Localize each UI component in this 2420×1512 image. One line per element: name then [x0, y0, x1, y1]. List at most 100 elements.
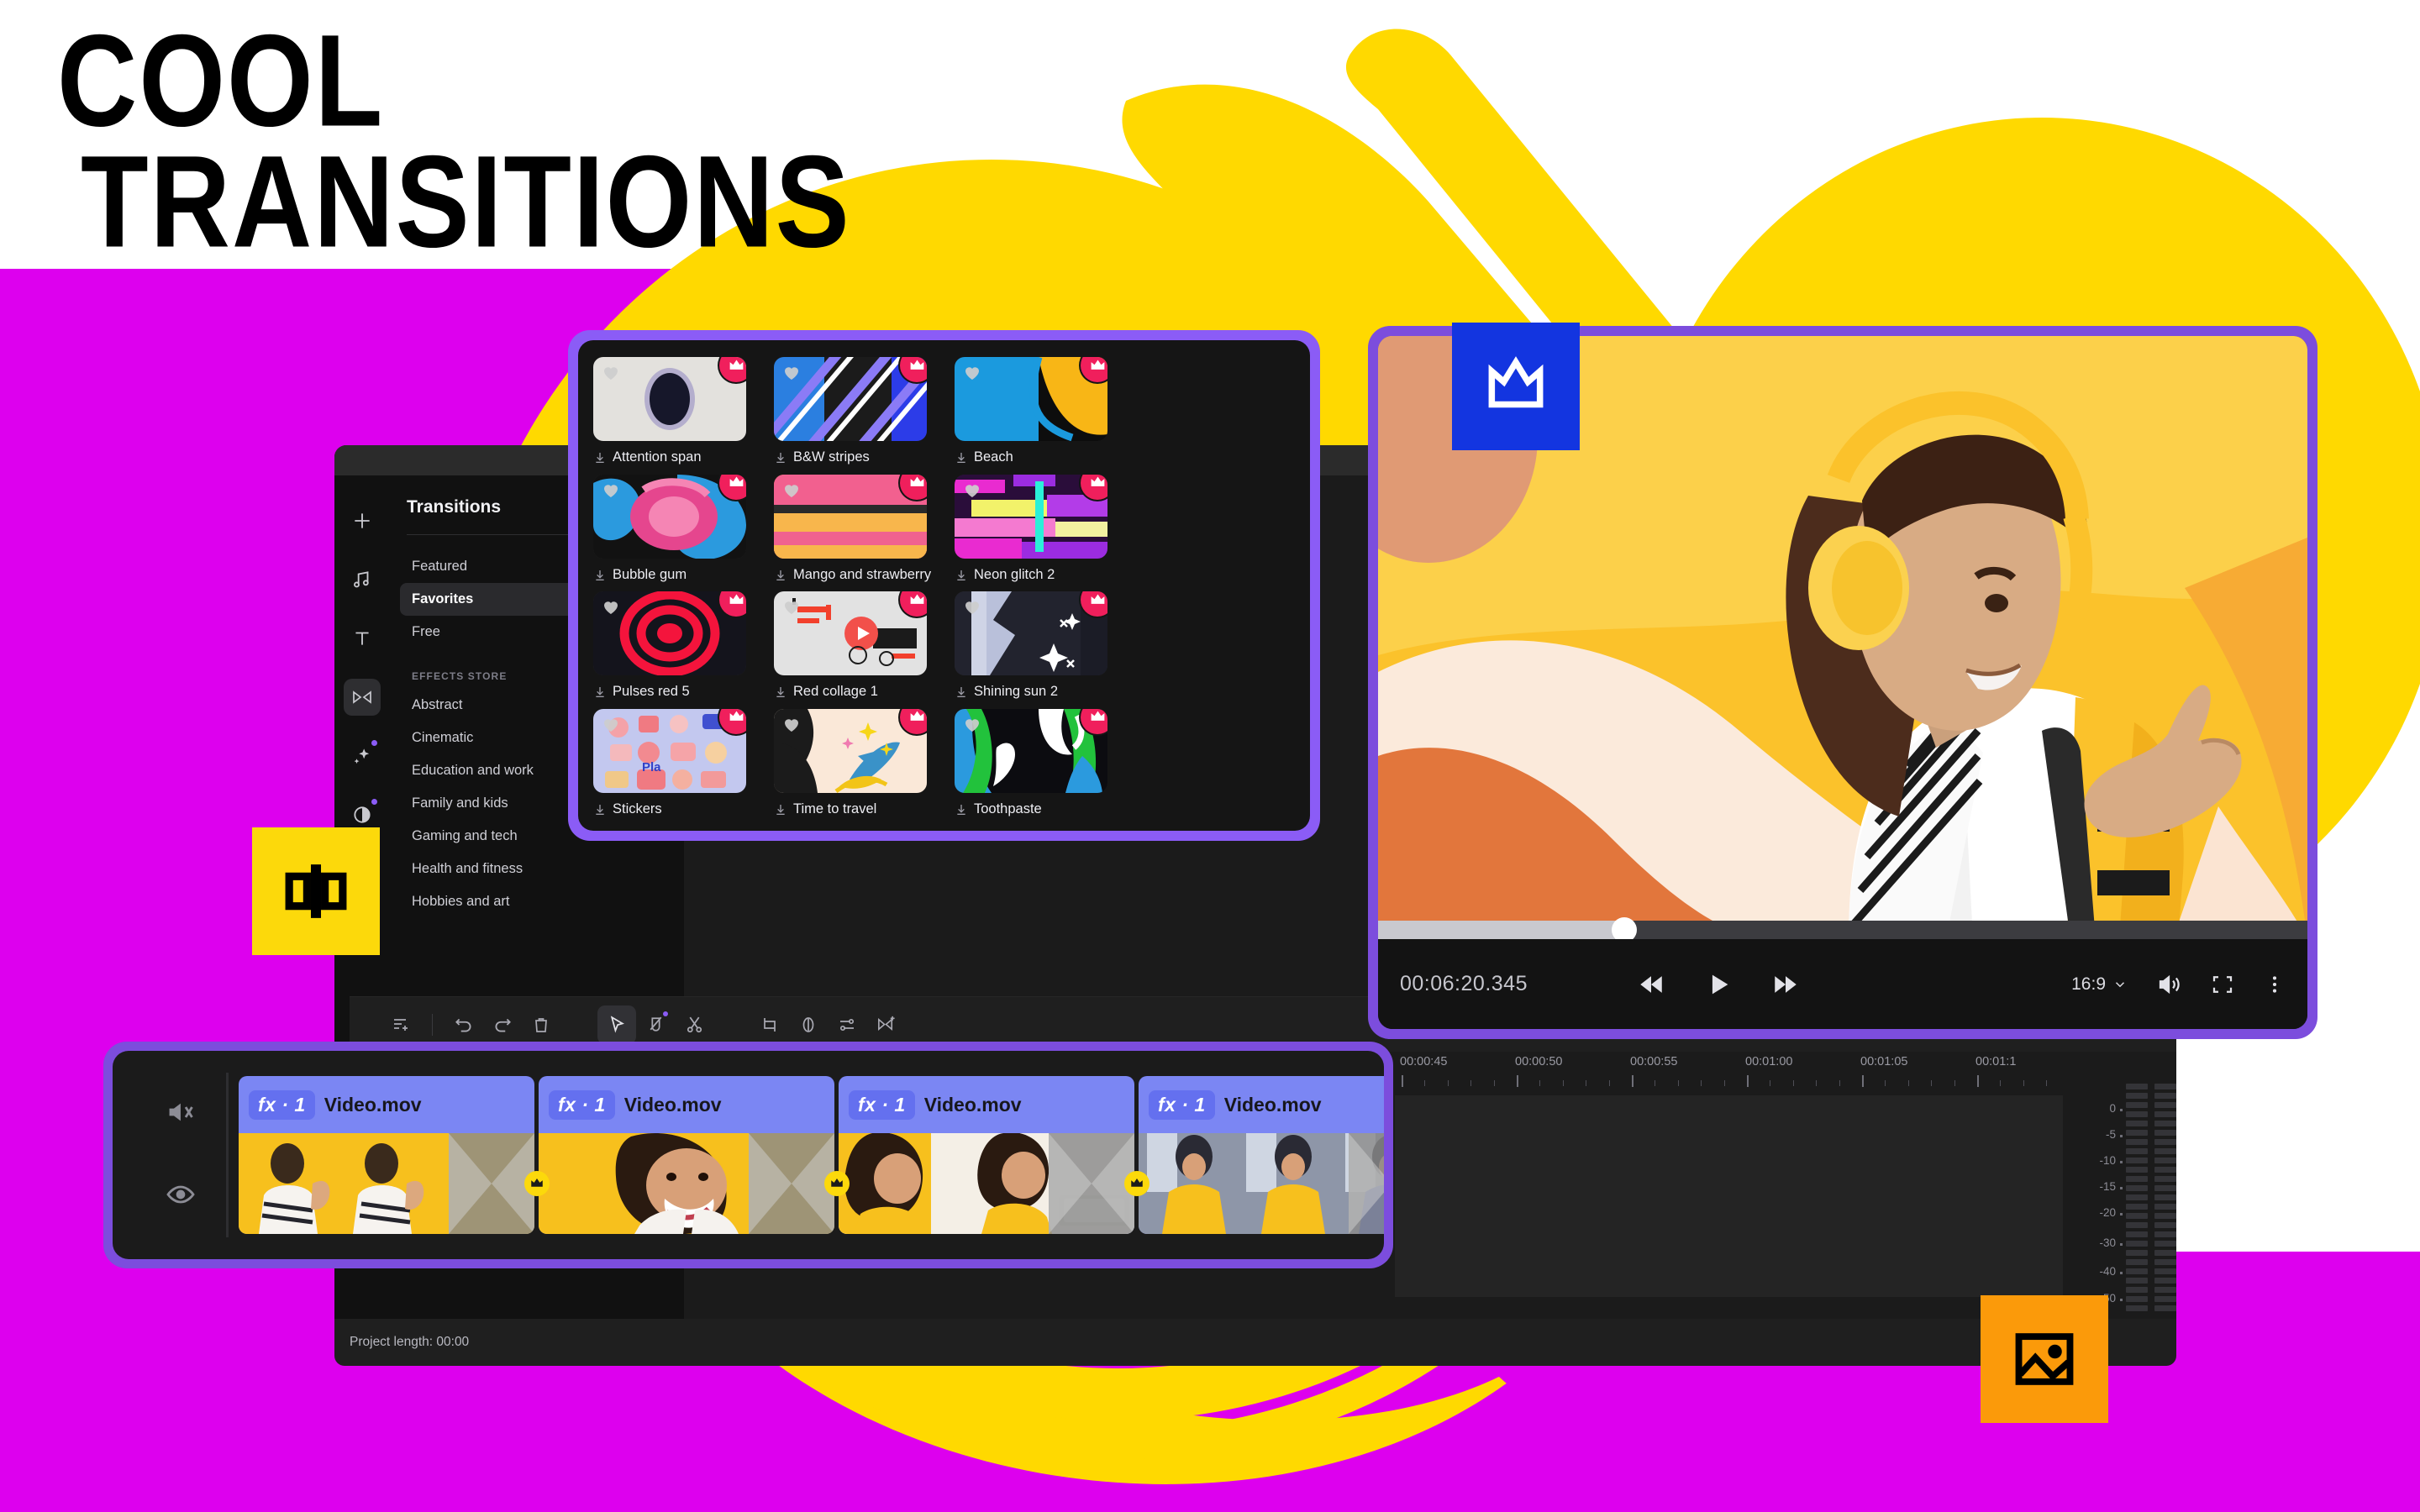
transition-thumbnail[interactable] — [955, 357, 1107, 441]
transition-card[interactable]: Time to travel — [774, 708, 946, 822]
transition-thumbnail[interactable] — [955, 708, 1107, 793]
meter-scale-dot — [2120, 1299, 2123, 1301]
rewind-button[interactable] — [1637, 970, 1665, 999]
undo-button[interactable] — [445, 1005, 483, 1044]
timeline-track-area[interactable] — [1395, 1095, 2063, 1297]
transition-card[interactable]: Beach — [955, 357, 1127, 470]
scrubber-track[interactable] — [1378, 917, 2307, 939]
transition-card[interactable]: Shining sun 2 — [955, 591, 1127, 704]
favorite-heart-icon[interactable] — [781, 597, 802, 622]
download-icon[interactable] — [774, 685, 787, 704]
download-icon[interactable] — [774, 803, 787, 822]
redo-button[interactable] — [483, 1005, 522, 1044]
favorite-heart-icon[interactable] — [781, 363, 802, 387]
sidebar-item-audio[interactable] — [344, 561, 381, 598]
download-icon[interactable] — [593, 451, 607, 470]
sidebar-item-effects[interactable] — [344, 738, 381, 774]
transition-thumbnail[interactable] — [593, 591, 746, 676]
transition-thumbnail[interactable] — [593, 357, 746, 441]
fast-forward-button[interactable] — [1771, 970, 1800, 999]
clip-fx-badge[interactable]: fx · 1 — [249, 1089, 315, 1120]
favorite-heart-icon[interactable] — [601, 715, 621, 739]
download-icon[interactable] — [955, 685, 968, 704]
transition-thumbnail[interactable] — [593, 474, 746, 559]
download-icon[interactable] — [955, 569, 968, 587]
download-icon[interactable] — [955, 451, 968, 470]
add-track-button[interactable] — [381, 1005, 420, 1044]
adjust-button[interactable] — [828, 1005, 866, 1044]
download-icon[interactable] — [593, 803, 607, 822]
transition-thumbnail[interactable] — [955, 474, 1107, 559]
color-button[interactable] — [789, 1005, 828, 1044]
clip-filmstrip — [1139, 1133, 1384, 1234]
favorite-heart-icon[interactable] — [601, 597, 621, 622]
transition-card[interactable]: Neon glitch 2 — [955, 474, 1127, 587]
transition-card[interactable]: Pulses red 5 — [593, 591, 765, 704]
aspect-ratio-value: 16:9 — [2071, 974, 2106, 994]
favorite-heart-icon[interactable] — [781, 480, 802, 505]
favorite-heart-icon[interactable] — [962, 363, 982, 387]
marker-tool[interactable] — [636, 1005, 675, 1044]
sidebar-item-transitions[interactable] — [344, 679, 381, 716]
download-icon[interactable] — [774, 451, 787, 470]
timeline-clip[interactable]: fx · 1 Video.mov — [1139, 1076, 1384, 1234]
download-icon[interactable] — [593, 685, 607, 704]
sidebar-item-titles[interactable] — [344, 620, 381, 657]
transition-marker[interactable] — [824, 1171, 850, 1196]
transition-marker[interactable] — [524, 1171, 550, 1196]
favorite-heart-icon[interactable] — [962, 480, 982, 505]
more-options-button[interactable] — [2264, 974, 2286, 995]
download-icon[interactable] — [593, 569, 607, 587]
crop-button[interactable] — [750, 1005, 789, 1044]
favorite-heart-icon[interactable] — [601, 363, 621, 387]
transition-card[interactable]: Bubble gum — [593, 474, 765, 587]
clip-filename: Video.mov — [923, 1093, 1022, 1116]
aspect-ratio-selector[interactable]: 16:9 — [2071, 974, 2128, 995]
transition-thumbnail[interactable] — [774, 474, 927, 559]
clip-fx-badge[interactable]: fx · 1 — [549, 1089, 615, 1120]
favorite-heart-icon[interactable] — [601, 480, 621, 505]
transition-card[interactable]: Mango and strawberry — [774, 474, 946, 587]
transition-card[interactable]: Pla Stickers — [593, 708, 765, 822]
scrubber-handle[interactable] — [1612, 917, 1638, 939]
delete-button[interactable] — [522, 1005, 560, 1044]
transition-card[interactable]: Red collage 1 — [774, 591, 946, 704]
meter-segment — [2154, 1185, 2176, 1191]
meter-segment — [2154, 1130, 2176, 1136]
split-tool[interactable] — [675, 1005, 713, 1044]
clip-fx-badge[interactable]: fx · 1 — [1149, 1089, 1215, 1120]
panel-nav-item-health-and-fitness[interactable]: Health and fitness — [400, 853, 674, 885]
play-button[interactable] — [1704, 970, 1733, 999]
ruler-label: 00:01:00 — [1745, 1055, 1793, 1068]
timeline-clip[interactable]: fx · 1 Video.mov — [839, 1076, 1134, 1234]
clip-header: fx · 1 Video.mov — [1139, 1076, 1384, 1133]
sidebar-item-add-media[interactable] — [344, 502, 381, 539]
download-icon[interactable] — [774, 569, 787, 587]
transition-thumbnail[interactable] — [774, 357, 927, 441]
volume-button[interactable] — [2156, 972, 2181, 997]
timeline-ruler[interactable]: 00:00:45 00:00:50 00:00:55 00:01:00 00:0… — [1395, 1052, 2063, 1095]
panel-nav-item-hobbies-and-art[interactable]: Hobbies and art — [400, 885, 674, 918]
favorite-heart-icon[interactable] — [962, 597, 982, 622]
favorite-heart-icon[interactable] — [962, 715, 982, 739]
download-icon[interactable] — [955, 803, 968, 822]
mute-track-toggle[interactable] — [166, 1097, 196, 1131]
transition-marker[interactable] — [1124, 1171, 1150, 1196]
hide-track-toggle[interactable] — [166, 1179, 196, 1214]
transition-thumbnail[interactable] — [955, 591, 1107, 676]
transition-thumbnail[interactable] — [774, 591, 927, 676]
transition-card[interactable]: Toothpaste — [955, 708, 1127, 822]
transition-card[interactable]: B&W stripes — [774, 357, 946, 470]
meter-segment — [2154, 1102, 2176, 1108]
clip-fx-badge[interactable]: fx · 1 — [849, 1089, 915, 1120]
clip-filename: Video.mov — [623, 1093, 722, 1116]
fullscreen-button[interactable] — [2210, 972, 2235, 997]
select-tool[interactable] — [597, 1005, 636, 1044]
favorite-heart-icon[interactable] — [781, 715, 802, 739]
transition-card[interactable]: Attention span — [593, 357, 765, 470]
transition-button[interactable] — [866, 1005, 905, 1044]
timeline-clip[interactable]: fx · 1 Video.mov — [239, 1076, 534, 1234]
transition-thumbnail[interactable] — [774, 708, 927, 793]
timeline-clip[interactable]: fx · 1 Video.mov — [539, 1076, 834, 1234]
transition-thumbnail[interactable]: Pla — [593, 708, 746, 793]
